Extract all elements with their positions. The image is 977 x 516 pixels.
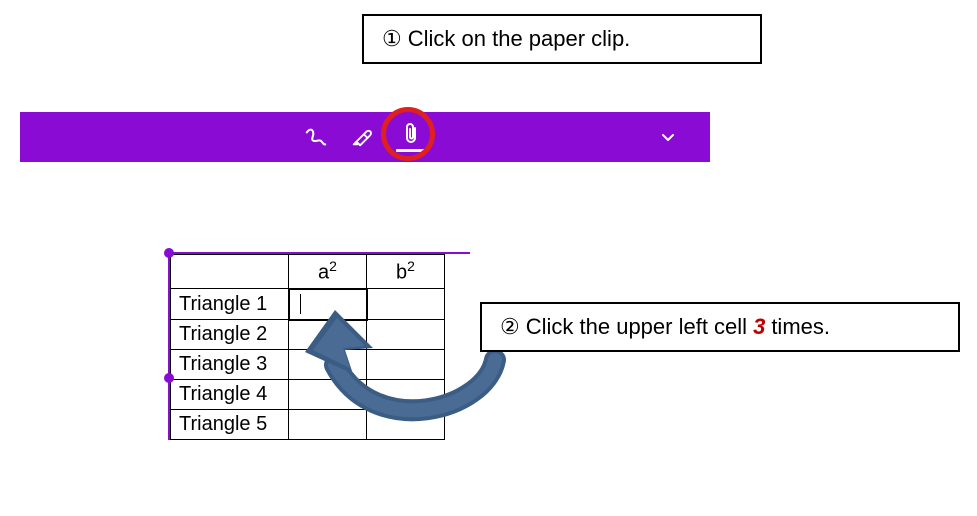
cell[interactable]	[289, 380, 367, 410]
header-blank	[171, 255, 289, 289]
selection-handle[interactable]	[164, 373, 174, 383]
paperclip-icon	[399, 122, 423, 146]
cell[interactable]	[289, 320, 367, 350]
step-emphasis: 3	[753, 314, 765, 340]
row-label[interactable]: Triangle 2	[171, 320, 289, 350]
row-label[interactable]: Triangle 1	[171, 289, 289, 320]
toolbar-icon-group	[304, 122, 426, 152]
scribble-icon[interactable]	[304, 125, 328, 149]
row-label[interactable]: Triangle 5	[171, 410, 289, 440]
step-number-1: ①	[382, 26, 402, 52]
drawing-toolbar	[20, 112, 710, 162]
callout-step-2: ② Click the upper left cell 3 times.	[480, 302, 960, 352]
spreadsheet-fragment: a2 b2 Triangle 1 Triangle 2 Triangle 3 T…	[168, 252, 470, 440]
cell[interactable]	[289, 410, 367, 440]
cell-a2-row1[interactable]	[289, 289, 367, 320]
header-b2: b2	[367, 255, 445, 289]
cell[interactable]	[367, 320, 445, 350]
step-text-2b: times.	[771, 314, 830, 340]
cell[interactable]	[367, 410, 445, 440]
cell[interactable]	[367, 350, 445, 380]
step-number-2: ②	[500, 314, 520, 340]
triangle-table: a2 b2 Triangle 1 Triangle 2 Triangle 3 T…	[170, 254, 445, 440]
cell[interactable]	[367, 380, 445, 410]
step-text-1: Click on the paper clip.	[408, 26, 631, 52]
highlighter-icon[interactable]	[350, 125, 374, 149]
text-cursor	[300, 294, 301, 314]
paperclip-tool[interactable]	[396, 122, 426, 152]
chevron-down-icon[interactable]	[656, 112, 680, 162]
cell[interactable]	[289, 350, 367, 380]
callout-step-1: ① Click on the paper clip.	[362, 14, 762, 64]
row-label[interactable]: Triangle 3	[171, 350, 289, 380]
step-text-2a: Click the upper left cell	[526, 314, 747, 340]
row-label[interactable]: Triangle 4	[171, 380, 289, 410]
cell-b2-row1[interactable]	[367, 289, 445, 320]
header-a2: a2	[289, 255, 367, 289]
active-tool-underline	[396, 149, 426, 152]
